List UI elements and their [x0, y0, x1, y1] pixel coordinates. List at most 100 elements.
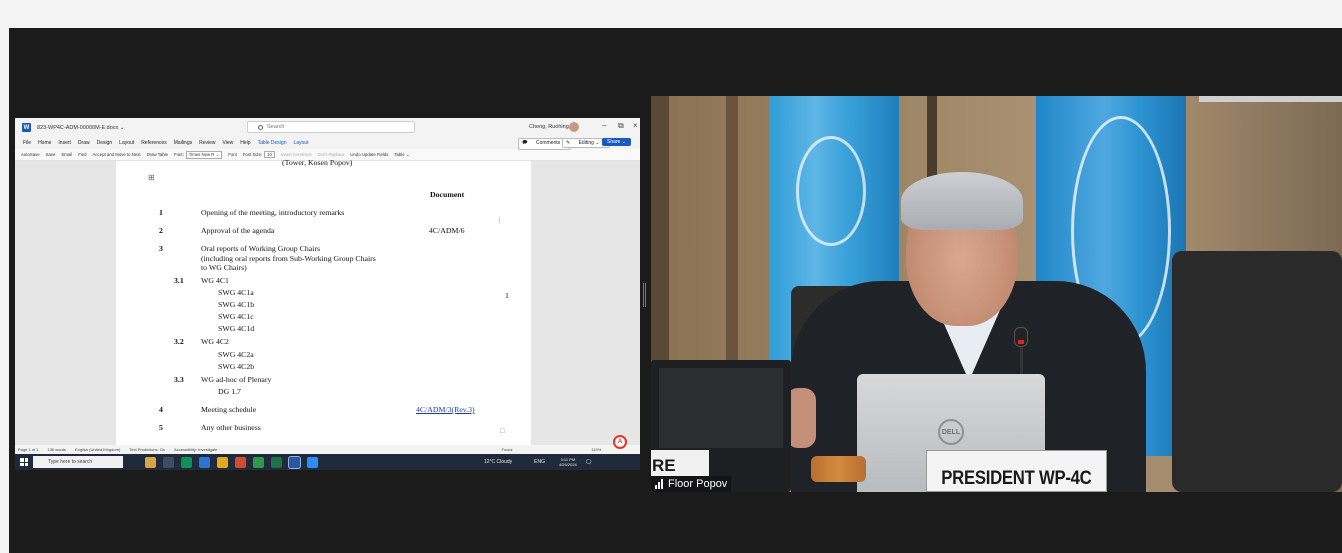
font-select[interactable]: Times New R ⌄: [185, 150, 223, 159]
partial-heading: (Tower, Kosen Popov): [282, 158, 353, 167]
word-icon: W: [22, 123, 31, 132]
document-page[interactable]: (Tower, Kosen Popov) ⊞ Document 1 Openin…: [116, 158, 531, 445]
comments-label: Comments: [535, 140, 561, 146]
document-link[interactable]: 4C/ADM/3(Rev.3): [416, 405, 475, 414]
focus-button[interactable]: Focus: [501, 447, 512, 452]
menu-review[interactable]: Review: [199, 140, 215, 146]
table-move-handle-icon[interactable]: ⊞: [148, 173, 155, 182]
document-title: 823-WP4C-ADM-00000M-E.docx ⌄: [37, 124, 125, 131]
menu-home[interactable]: Home: [38, 140, 51, 146]
task-view-icon[interactable]: [163, 456, 174, 468]
minimize-icon[interactable]: –: [602, 121, 606, 130]
windows-start-icon[interactable]: [20, 458, 28, 466]
edge-icon[interactable]: [181, 456, 192, 468]
subgroup-item: SWG 4C1d: [218, 324, 255, 333]
close-icon[interactable]: ×: [633, 121, 638, 130]
shared-screen[interactable]: W 823-WP4C-ADM-00000M-E.docx ⌄ Search Ch…: [15, 118, 640, 470]
search-placeholder: Search: [267, 124, 285, 130]
save-button[interactable]: Save: [46, 152, 56, 157]
participant-name: Floor Popov: [668, 478, 728, 490]
text-cursor: |: [499, 216, 501, 224]
subitem-number: 3.1: [174, 276, 184, 285]
word-search-box[interactable]: Search: [247, 121, 415, 133]
menu-insert[interactable]: Insert: [58, 140, 71, 146]
font-button[interactable]: Font: [228, 152, 237, 157]
draw-table-button[interactable]: Draw Table: [147, 152, 168, 157]
subgroup-item: SWG 4C1a: [218, 288, 254, 297]
text-predictions-status[interactable]: Text Predictions: On: [129, 447, 165, 452]
outlook-icon[interactable]: [199, 456, 210, 468]
clock[interactable]: 3:11 PM 4/26/2024: [559, 457, 577, 467]
table-resize-handle-icon[interactable]: □: [500, 428, 504, 435]
email-button[interactable]: Email: [61, 152, 72, 157]
notifications-icon[interactable]: 🗨: [585, 459, 593, 466]
participant-name-tag: Floor Popov: [651, 476, 732, 492]
chrome-icon[interactable]: [253, 456, 264, 468]
document-area[interactable]: (Tower, Kosen Popov) ⊞ Document 1 Openin…: [15, 158, 640, 445]
language-indicator[interactable]: ENG: [534, 459, 545, 465]
menu-table-design[interactable]: Table Design: [258, 140, 287, 146]
maximize-icon[interactable]: ⧉: [618, 121, 624, 131]
mic-light: [1018, 340, 1024, 344]
insert-comment-button[interactable]: Insert Comment: [281, 152, 312, 157]
file-explorer-icon[interactable]: [217, 456, 228, 468]
font-size-label: Font Size:: [242, 152, 263, 157]
dell-logo: DELL: [938, 419, 964, 445]
zoom-app-icon[interactable]: [307, 456, 318, 468]
item-text: Meeting schedule: [201, 405, 257, 414]
item-number: 5: [159, 423, 163, 432]
word-taskbar-icon[interactable]: [288, 455, 301, 469]
comments-icon: 🗩: [522, 140, 528, 146]
item-text-line: to WG Chairs): [201, 263, 247, 272]
menu-table-layout[interactable]: Layout: [293, 140, 308, 146]
excel-icon[interactable]: [271, 456, 282, 468]
menu-layout[interactable]: Layout: [119, 140, 134, 146]
menu-design[interactable]: Design: [97, 140, 113, 146]
menu-mailings[interactable]: Mailings: [174, 140, 192, 146]
menu-draw[interactable]: Draw: [78, 140, 90, 146]
page-count[interactable]: Page 1 of 1: [18, 447, 38, 452]
autosave-toggle[interactable]: AutoSave: [21, 152, 40, 157]
menu-file[interactable]: File: [23, 140, 31, 146]
menu-references[interactable]: References: [141, 140, 167, 146]
share-button[interactable]: Share ⌄: [602, 138, 631, 146]
powerpoint-icon[interactable]: [235, 456, 246, 468]
font-size-select[interactable]: 10: [264, 151, 275, 158]
avatar[interactable]: [569, 122, 579, 132]
item-number: 1: [159, 208, 163, 217]
font-label: Font:: [173, 152, 184, 157]
dont-replace-button[interactable]: Don't Replace: [318, 152, 345, 157]
table-button[interactable]: Table ⌄: [394, 152, 409, 158]
item-number: 4: [159, 405, 163, 414]
undo-update-fields-button[interactable]: Undo Update Fields: [350, 152, 388, 157]
person-hair: [901, 172, 1023, 230]
document-column-header: Document: [430, 190, 465, 199]
record-indicator-icon: A: [613, 435, 627, 449]
subitem-number: 3.3: [174, 375, 184, 384]
participant-video[interactable]: DELL RE PRESIDENT WP-4C Floor Popov: [651, 96, 1342, 492]
word-menubar: File Home Insert Draw Design Layout Refe…: [15, 137, 640, 150]
taskbar-search-input[interactable]: Type here to search: [33, 456, 123, 468]
accept-next-button[interactable]: Accept and Move to Next: [93, 152, 141, 157]
weather-widget-icon[interactable]: [145, 456, 156, 468]
item-text: Opening of the meeting, introductory rem…: [201, 208, 345, 217]
zoom-level[interactable]: 110%: [591, 447, 601, 452]
item-document: 4C/ADM/6: [429, 226, 465, 235]
menu-view[interactable]: View: [223, 140, 234, 146]
un-emblem: [796, 136, 866, 246]
item-text: Oral reports of Working Group Chairs: [201, 244, 320, 253]
word-count[interactable]: 136 words: [47, 447, 65, 452]
search-icon: [258, 124, 263, 130]
word-titlebar: W 823-WP4C-ADM-00000M-E.docx ⌄ Search Ch…: [15, 118, 640, 137]
subitem-number: 3.2: [174, 337, 184, 346]
menu-help[interactable]: Help: [240, 140, 250, 146]
split-handle[interactable]: [643, 283, 646, 307]
language-status[interactable]: English (United Kingdom): [75, 447, 120, 452]
gavel: [811, 456, 866, 482]
accessibility-status[interactable]: Accessibility: Investigate: [174, 447, 217, 452]
find-button[interactable]: Find: [78, 152, 86, 157]
monitor-screen: [659, 368, 783, 448]
wall-trim: [1199, 96, 1342, 102]
president-placard: PRESIDENT WP-4C: [926, 450, 1107, 492]
weather-status[interactable]: 12°C Cloudy: [484, 459, 512, 465]
